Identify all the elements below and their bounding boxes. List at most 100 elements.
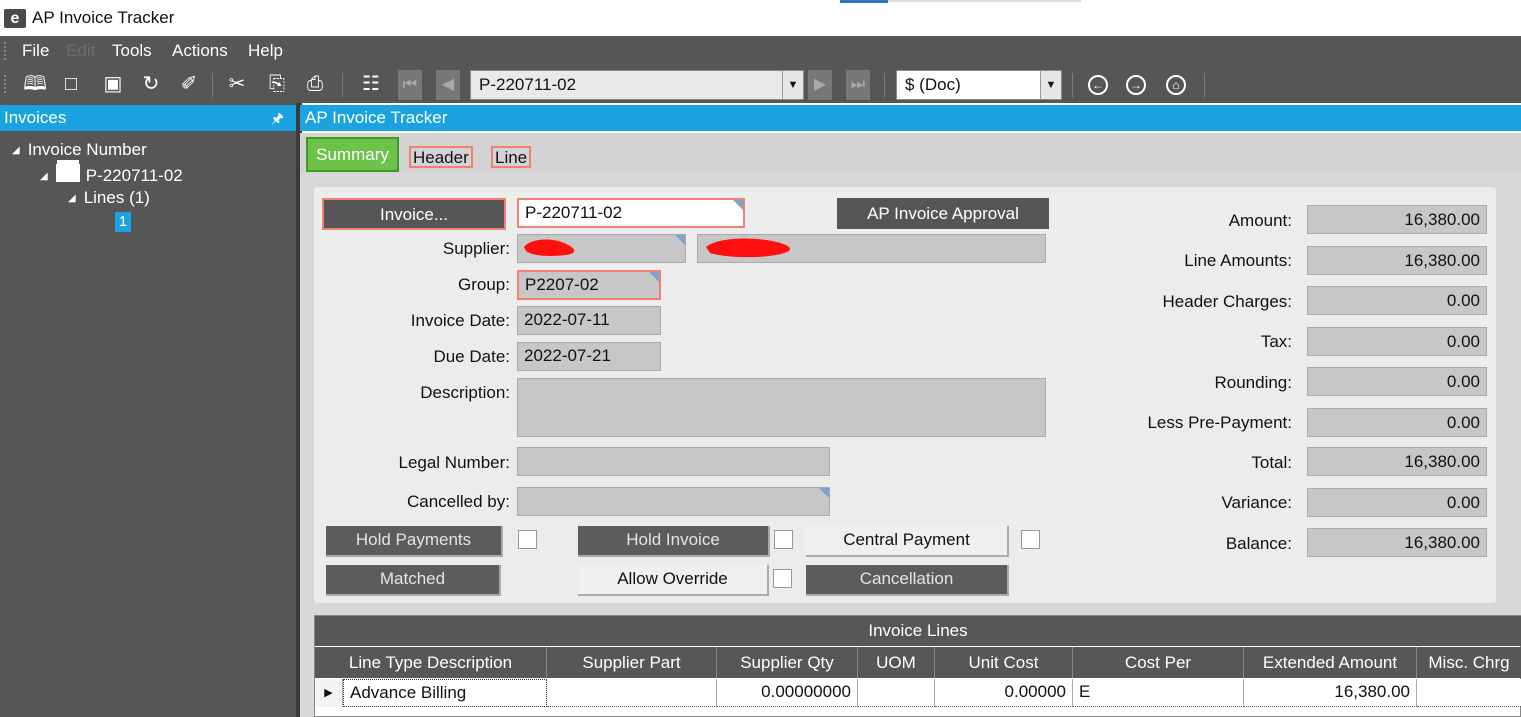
hold-invoice-checkbox[interactable]: [774, 530, 793, 549]
cancellation-button[interactable]: Cancellation: [806, 565, 1009, 596]
menu-help[interactable]: Help: [248, 41, 283, 61]
clear-brush-icon[interactable]: ✐: [176, 71, 202, 97]
group-field[interactable]: P2207-02: [517, 270, 661, 300]
column-header-uom[interactable]: UOM: [858, 647, 935, 678]
supplier-id-field[interactable]: [517, 234, 686, 263]
expand-triangle-icon[interactable]: ◢: [68, 193, 76, 204]
open-book-icon[interactable]: 🕮: [22, 71, 48, 97]
column-header-supplier-part[interactable]: Supplier Part: [547, 647, 717, 678]
cell-supplier-part[interactable]: [547, 679, 717, 707]
toolbar-separator: [212, 73, 213, 97]
invoice-button[interactable]: Invoice...: [322, 198, 506, 230]
expand-triangle-icon[interactable]: ◢: [12, 145, 20, 156]
chevron-down-icon[interactable]: ▼: [782, 71, 803, 99]
matched-button[interactable]: Matched: [326, 565, 501, 596]
cancelled-by-field[interactable]: [517, 487, 830, 516]
currency-combo[interactable]: $ (Doc) ▼: [896, 70, 1062, 100]
central-payment-button[interactable]: Central Payment: [806, 526, 1009, 557]
balance-label: Balance:: [1225, 534, 1292, 553]
header-charges-label: Header Charges:: [1162, 292, 1292, 311]
balance-field: 16,380.00: [1307, 528, 1487, 557]
variance-label: Variance:: [1221, 493, 1292, 512]
legal-number-label: Legal Number:: [398, 453, 510, 472]
tax-field: 0.00: [1307, 327, 1487, 356]
invoice-lines-title: Invoice Lines: [315, 616, 1521, 646]
tab-header[interactable]: Header: [409, 146, 473, 168]
tab-line[interactable]: Line: [491, 146, 532, 168]
record-navigator-combo[interactable]: P-220711-02 ▼: [470, 70, 804, 100]
cancelled-by-label: Cancelled by:: [406, 492, 510, 511]
menu-tools[interactable]: Tools: [112, 41, 152, 61]
expand-triangle-icon[interactable]: ◢: [40, 171, 48, 182]
cell-cost-per[interactable]: E: [1073, 679, 1244, 707]
column-header-misc-charge[interactable]: Misc. Chrg: [1417, 647, 1521, 678]
amount-field: 16,380.00: [1307, 205, 1487, 234]
toolbar-separator: [1072, 73, 1073, 97]
invoice-date-label: Invoice Date:: [410, 311, 510, 330]
toolbar-separator: [1204, 73, 1205, 97]
redaction-mark: [524, 239, 575, 256]
cut-icon[interactable]: ✂: [224, 71, 250, 97]
rounding-field: 0.00: [1307, 367, 1487, 396]
cell-unit-cost[interactable]: 0.00000: [935, 679, 1073, 707]
home-icon[interactable]: ⌂: [1166, 75, 1186, 95]
first-record-icon[interactable]: ⏮: [398, 70, 422, 100]
paste-icon[interactable]: ⎙: [302, 71, 328, 97]
previous-record-icon[interactable]: ◀: [436, 70, 460, 100]
cell-extended-amount[interactable]: 16,380.00: [1244, 679, 1417, 707]
tree-node-label: Invoice Number: [27, 140, 147, 159]
tree-node-label: Lines (1): [83, 188, 150, 207]
new-document-icon[interactable]: □: [58, 71, 84, 97]
tree-node-line-item[interactable]: 1: [115, 212, 131, 232]
menu-file[interactable]: File: [22, 41, 49, 61]
forward-arrow-icon[interactable]: →: [1126, 75, 1146, 95]
line-amounts-field: 16,380.00: [1307, 246, 1487, 275]
binoculars-search-icon[interactable]: ☷: [358, 71, 384, 97]
variance-field: 0.00: [1307, 488, 1487, 517]
allow-override-button[interactable]: Allow Override: [578, 565, 769, 596]
record-navigator-value: P-220711-02: [479, 75, 577, 94]
allow-override-checkbox[interactable]: [773, 569, 792, 588]
title-bar: [0, 0, 1521, 36]
column-header-cost-per[interactable]: Cost Per: [1073, 647, 1244, 678]
tree-node-lines[interactable]: ◢ Lines (1): [68, 188, 150, 208]
less-prepayment-field: 0.00: [1307, 408, 1487, 437]
cell-misc-charge[interactable]: [1417, 679, 1521, 707]
column-header-line-type[interactable]: Line Type Description: [315, 647, 547, 678]
column-header-supplier-qty[interactable]: Supplier Qty: [717, 647, 858, 678]
last-record-icon[interactable]: ⏭: [846, 70, 870, 100]
due-date-field[interactable]: 2022-07-21: [517, 342, 661, 371]
hold-invoice-button[interactable]: Hold Invoice: [578, 526, 770, 557]
chevron-down-icon[interactable]: ▼: [1040, 71, 1061, 99]
next-record-icon[interactable]: ▶: [808, 70, 832, 100]
pin-icon[interactable]: 🖈: [271, 105, 284, 131]
copy-icon[interactable]: ⎘: [264, 71, 290, 97]
hold-payments-button[interactable]: Hold Payments: [326, 526, 503, 557]
cell-supplier-qty[interactable]: 0.00000000: [717, 679, 858, 707]
save-icon[interactable]: ▣: [100, 71, 126, 97]
column-header-unit-cost[interactable]: Unit Cost: [935, 647, 1073, 678]
column-header-extended-amount[interactable]: Extended Amount: [1244, 647, 1417, 678]
header-charges-field: 0.00: [1307, 286, 1487, 315]
cell-line-type[interactable]: Advance Billing: [343, 679, 547, 707]
back-arrow-icon[interactable]: ←: [1088, 75, 1108, 95]
folder-icon: [55, 164, 80, 182]
invoice-date-field[interactable]: 2022-07-11: [517, 306, 661, 335]
row-indicator-icon[interactable]: ▶: [315, 679, 343, 707]
group-label: Group:: [458, 275, 510, 294]
invoice-number-field[interactable]: P-220711-02: [517, 198, 745, 228]
redaction-mark: [706, 238, 790, 258]
hold-payments-checkbox[interactable]: [518, 530, 537, 549]
tree-node-invoice[interactable]: ◢ P-220711-02: [40, 164, 183, 186]
description-field[interactable]: [517, 378, 1046, 437]
menu-bar: File Edit Tools Actions Help: [0, 36, 1521, 67]
tab-summary[interactable]: Summary: [306, 137, 399, 172]
less-prepayment-label: Less Pre-Payment:: [1147, 413, 1292, 432]
toolbar-grip: [4, 75, 6, 95]
cell-uom[interactable]: [858, 679, 935, 707]
tree-node-invoice-number[interactable]: ◢ Invoice Number: [12, 140, 147, 160]
legal-number-field[interactable]: [517, 447, 830, 476]
refresh-icon[interactable]: ↻: [138, 71, 164, 97]
menu-actions[interactable]: Actions: [172, 41, 228, 61]
window-title: AP Invoice Tracker: [32, 8, 175, 27]
